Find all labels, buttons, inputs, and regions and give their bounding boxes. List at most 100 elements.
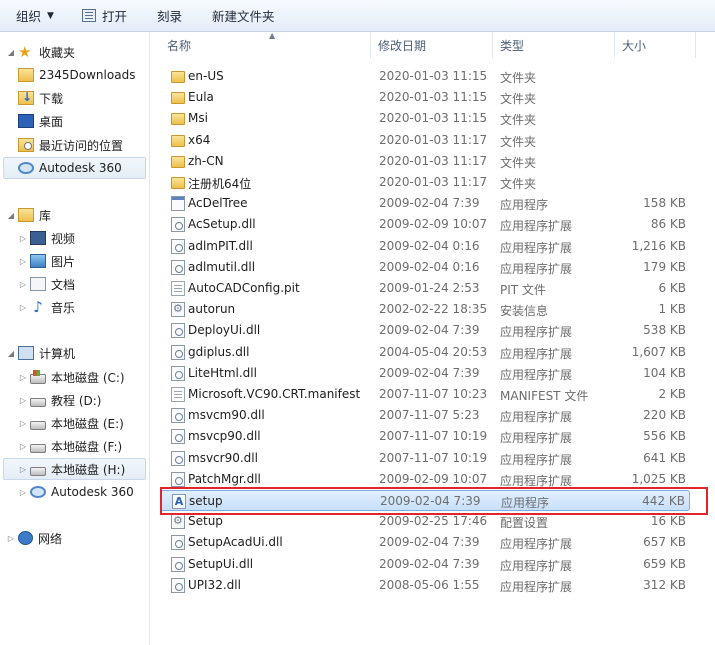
nav-drive-e[interactable]: ▷ 本地磁盘 (E:): [18, 412, 124, 434]
file-row[interactable]: AcDelTree 2009-02-04 7:39 应用程序 158 KB: [160, 193, 690, 214]
documents-icon: [30, 277, 46, 291]
column-header-name[interactable]: ▲ 名称: [161, 31, 371, 58]
nav-item-2345downloads[interactable]: 2345Downloads: [18, 64, 135, 86]
nav-favorites[interactable]: ◢ ★ 收藏夹: [6, 41, 75, 63]
nav-item-desktop[interactable]: 桌面: [18, 110, 63, 132]
collapsed-arrow-icon[interactable]: ▷: [18, 419, 28, 428]
file-row[interactable]: msvcm90.dll 2007-11-07 5:23 应用程序扩展 220 KB: [160, 405, 690, 426]
collapsed-arrow-icon[interactable]: ▷: [18, 303, 28, 312]
collapsed-arrow-icon[interactable]: ▷: [6, 534, 16, 543]
nav-item-music[interactable]: ▷ ♪ 音乐: [18, 296, 75, 318]
file-row[interactable]: autorun 2002-02-22 18:35 安装信息 1 KB: [160, 299, 690, 320]
open-button[interactable]: 打开: [74, 4, 135, 28]
file-row[interactable]: Msi 2020-01-03 11:15 文件夹: [160, 108, 690, 129]
file-row[interactable]: PatchMgr.dll 2009-02-09 10:07 应用程序扩展 1,025 …: [160, 469, 690, 490]
burn-button[interactable]: 刻录: [149, 4, 190, 28]
nav-drive-h[interactable]: ▷ 本地磁盘 (H:): [3, 458, 146, 480]
file-type: 应用程序扩展: [500, 579, 573, 594]
dll-icon: [171, 408, 185, 424]
collapsed-arrow-icon[interactable]: ▷: [18, 396, 28, 405]
file-name: PatchMgr.dll: [188, 471, 261, 486]
file-date: 2020-01-03 11:15: [379, 111, 488, 126]
file-name: SetupUi.dll: [188, 556, 254, 571]
downloads-icon: [18, 90, 34, 105]
file-row[interactable]: x64 2020-01-03 11:17 文件夹: [160, 130, 690, 151]
file-row[interactable]: adlmutil.dll 2009-02-04 0:16 应用程序扩展 179 KB: [160, 257, 690, 278]
file-row[interactable]: SetupUi.dll 2009-02-04 7:39 应用程序扩展 659 KB: [160, 554, 690, 575]
file-size: 104 KB: [643, 365, 686, 380]
file-row[interactable]: Setup 2009-02-25 17:46 配置设置 16 KB: [160, 511, 690, 532]
settings-file-icon: [171, 302, 185, 318]
nav-label: 2345Downloads: [39, 68, 136, 82]
file-row[interactable]: gdiplus.dll 2004-05-04 20:53 应用程序扩展 1,607 K…: [160, 342, 690, 363]
nav-autodesk-360-drive[interactable]: ▷ Autodesk 360: [18, 481, 134, 503]
nav-item-autodesk-360[interactable]: Autodesk 360: [3, 157, 146, 179]
collapsed-arrow-icon[interactable]: ▷: [18, 465, 28, 474]
drive-icon: [30, 466, 46, 476]
nav-network[interactable]: ▷ 网络: [6, 527, 62, 549]
collapsed-arrow-icon[interactable]: ▷: [18, 442, 28, 451]
collapsed-arrow-icon[interactable]: ▷: [18, 488, 28, 497]
nav-drive-f[interactable]: ▷ 本地磁盘 (F:): [18, 435, 122, 457]
nav-label: 音乐: [51, 300, 76, 315]
nav-item-downloads[interactable]: 下载: [18, 87, 63, 109]
file-row[interactable]: LiteHtml.dll 2009-02-04 7:39 应用程序扩展 104 KB: [160, 363, 690, 384]
file-type: 应用程序扩展: [500, 367, 573, 382]
file-size: 442 KB: [642, 494, 685, 508]
file-date: 2009-02-04 7:39: [379, 323, 480, 338]
nav-libraries[interactable]: ◢ 库: [6, 204, 51, 226]
collapsed-arrow-icon[interactable]: ▷: [18, 280, 28, 289]
dll-icon: [171, 450, 185, 466]
file-row[interactable]: Asetup 2009-02-04 7:39 应用程序 442 KB: [160, 490, 690, 511]
file-row[interactable]: 注册机64位 2020-01-03 11:17 文件夹: [160, 172, 690, 193]
nav-drive-d[interactable]: ▷ 教程 (D:): [18, 389, 102, 411]
nav-item-pictures[interactable]: ▷ 图片: [18, 250, 75, 272]
expanded-arrow-icon[interactable]: ◢: [6, 48, 16, 57]
file-row[interactable]: AutoCADConfig.pit 2009-01-24 2:53 PIT 文件 6 …: [160, 278, 690, 299]
column-header-date[interactable]: 修改日期: [372, 32, 493, 58]
file-row[interactable]: UPI32.dll 2008-05-06 1:55 应用程序扩展 312 KB: [160, 575, 690, 596]
file-row[interactable]: DeployUi.dll 2009-02-04 7:39 应用程序扩展 538 KB: [160, 320, 690, 341]
file-date: 2009-02-04 7:39: [379, 365, 480, 380]
file-name: AcDelTree: [188, 196, 248, 211]
column-header-size[interactable]: 大小: [616, 32, 696, 58]
file-type: 文件夹: [500, 92, 537, 107]
file-row[interactable]: zh-CN 2020-01-03 11:17 文件夹: [160, 151, 690, 172]
expanded-arrow-icon[interactable]: ◢: [6, 349, 16, 358]
dll-icon: [171, 238, 185, 254]
file-row[interactable]: en-US 2020-01-03 11:15 文件夹: [160, 66, 690, 87]
nav-item-recent-places[interactable]: 最近访问的位置: [18, 134, 123, 156]
drive-icon: [30, 420, 46, 430]
new-folder-button[interactable]: 新建文件夹: [204, 4, 283, 28]
file-row[interactable]: msvcp90.dll 2007-11-07 10:19 应用程序扩展 556 KB: [160, 426, 690, 447]
file-size: 6 KB: [658, 281, 686, 295]
file-row[interactable]: Eula 2020-01-03 11:15 文件夹: [160, 87, 690, 108]
organize-label: 组织: [16, 9, 42, 24]
file-type: 配置设置: [500, 516, 549, 531]
setup-exe-icon: A: [172, 494, 186, 509]
file-type: 应用程序扩展: [500, 410, 573, 425]
nav-item-videos[interactable]: ▷ 视频: [18, 227, 75, 249]
collapsed-arrow-icon[interactable]: ▷: [18, 373, 28, 382]
collapsed-arrow-icon[interactable]: ▷: [18, 257, 28, 266]
file-name: Microsoft.VC90.CRT.manifest: [188, 387, 361, 401]
file-row[interactable]: Microsoft.VC90.CRT.manifest 2007-11-07 10…: [160, 384, 690, 405]
organize-button[interactable]: 组织 ▼: [8, 4, 62, 28]
nav-item-documents[interactable]: ▷ 文档: [18, 273, 75, 295]
file-row[interactable]: adlmPIT.dll 2009-02-04 0:16 应用程序扩展 1,216 KB: [160, 236, 690, 257]
nav-drive-c[interactable]: ▷ 本地磁盘 (C:): [18, 366, 125, 388]
file-row[interactable]: AcSetup.dll 2009-02-09 10:07 应用程序扩展 86 KB: [160, 214, 690, 235]
collapsed-arrow-icon[interactable]: ▷: [18, 234, 28, 243]
file-row[interactable]: SetupAcadUi.dll 2009-02-04 7:39 应用程序扩展 657 …: [160, 532, 690, 553]
computer-icon: [18, 346, 34, 360]
folder-icon: [171, 177, 185, 189]
nav-computer[interactable]: ◢ 计算机: [6, 342, 75, 364]
file-size: 158 KB: [643, 196, 686, 211]
expanded-arrow-icon[interactable]: ◢: [6, 211, 16, 220]
file-size: 16 KB: [650, 514, 686, 529]
column-header-type[interactable]: 类型: [494, 32, 615, 58]
file-size: 2 KB: [658, 387, 686, 401]
file-type: 应用程序扩展: [500, 325, 573, 340]
file-row[interactable]: msvcr90.dll 2007-11-07 10:19 应用程序扩展 641 KB: [160, 448, 690, 469]
file-name: gdiplus.dll: [188, 344, 250, 359]
